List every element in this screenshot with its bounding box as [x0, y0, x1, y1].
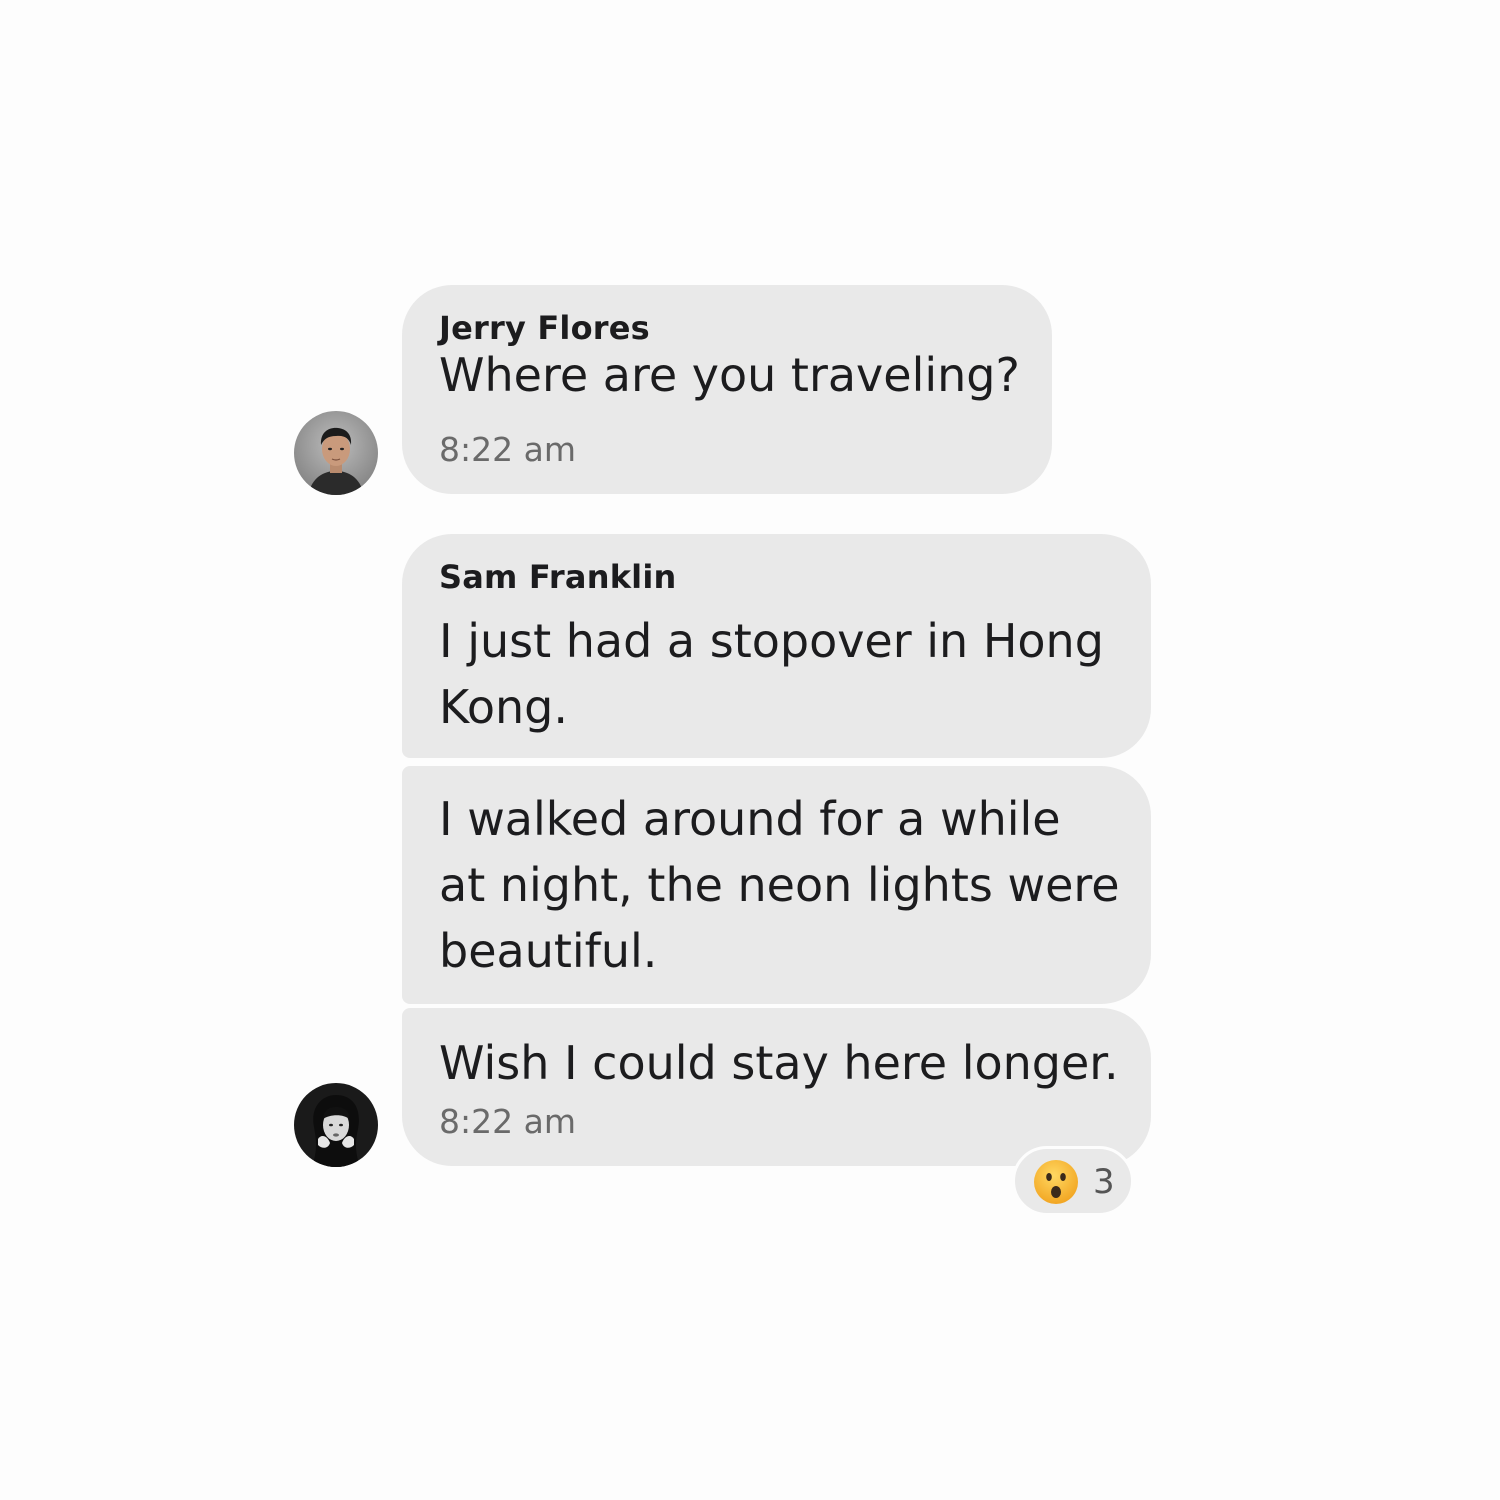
message-timestamp: 8:22 am — [439, 430, 576, 469]
sender-name: Sam Franklin — [439, 558, 677, 596]
message-text: I walked around for a while at night, th… — [439, 792, 1120, 978]
avatar-jerry-flores[interactable] — [294, 411, 378, 495]
reaction-count: 3 — [1093, 1162, 1115, 1202]
message-bubble-sam-2[interactable]: I walked around for a while at night, th… — [402, 766, 1151, 1004]
person-portrait-icon — [294, 1083, 378, 1167]
message-text: I just had a stopover in Hong Kong. — [439, 614, 1104, 734]
astonished-face-icon — [1033, 1159, 1079, 1205]
message-text: Where are you traveling? — [439, 348, 1020, 402]
message-bubble-jerry[interactable]: Jerry Flores Where are you traveling? 8:… — [402, 285, 1052, 494]
message-bubble-sam-1[interactable]: Sam Franklin I just had a stopover in Ho… — [402, 534, 1151, 758]
message-text: Wish I could stay here longer. — [439, 1036, 1119, 1090]
person-portrait-icon — [294, 411, 378, 495]
chat-thread: Jerry Flores Where are you traveling? 8:… — [0, 0, 1500, 1500]
message-bubble-sam-3[interactable]: Wish I could stay here longer. 8:22 am — [402, 1008, 1151, 1166]
message-timestamp: 8:22 am — [439, 1102, 576, 1141]
avatar-sam-franklin[interactable] — [294, 1083, 378, 1167]
reaction-badge[interactable]: 3 — [1012, 1146, 1134, 1216]
